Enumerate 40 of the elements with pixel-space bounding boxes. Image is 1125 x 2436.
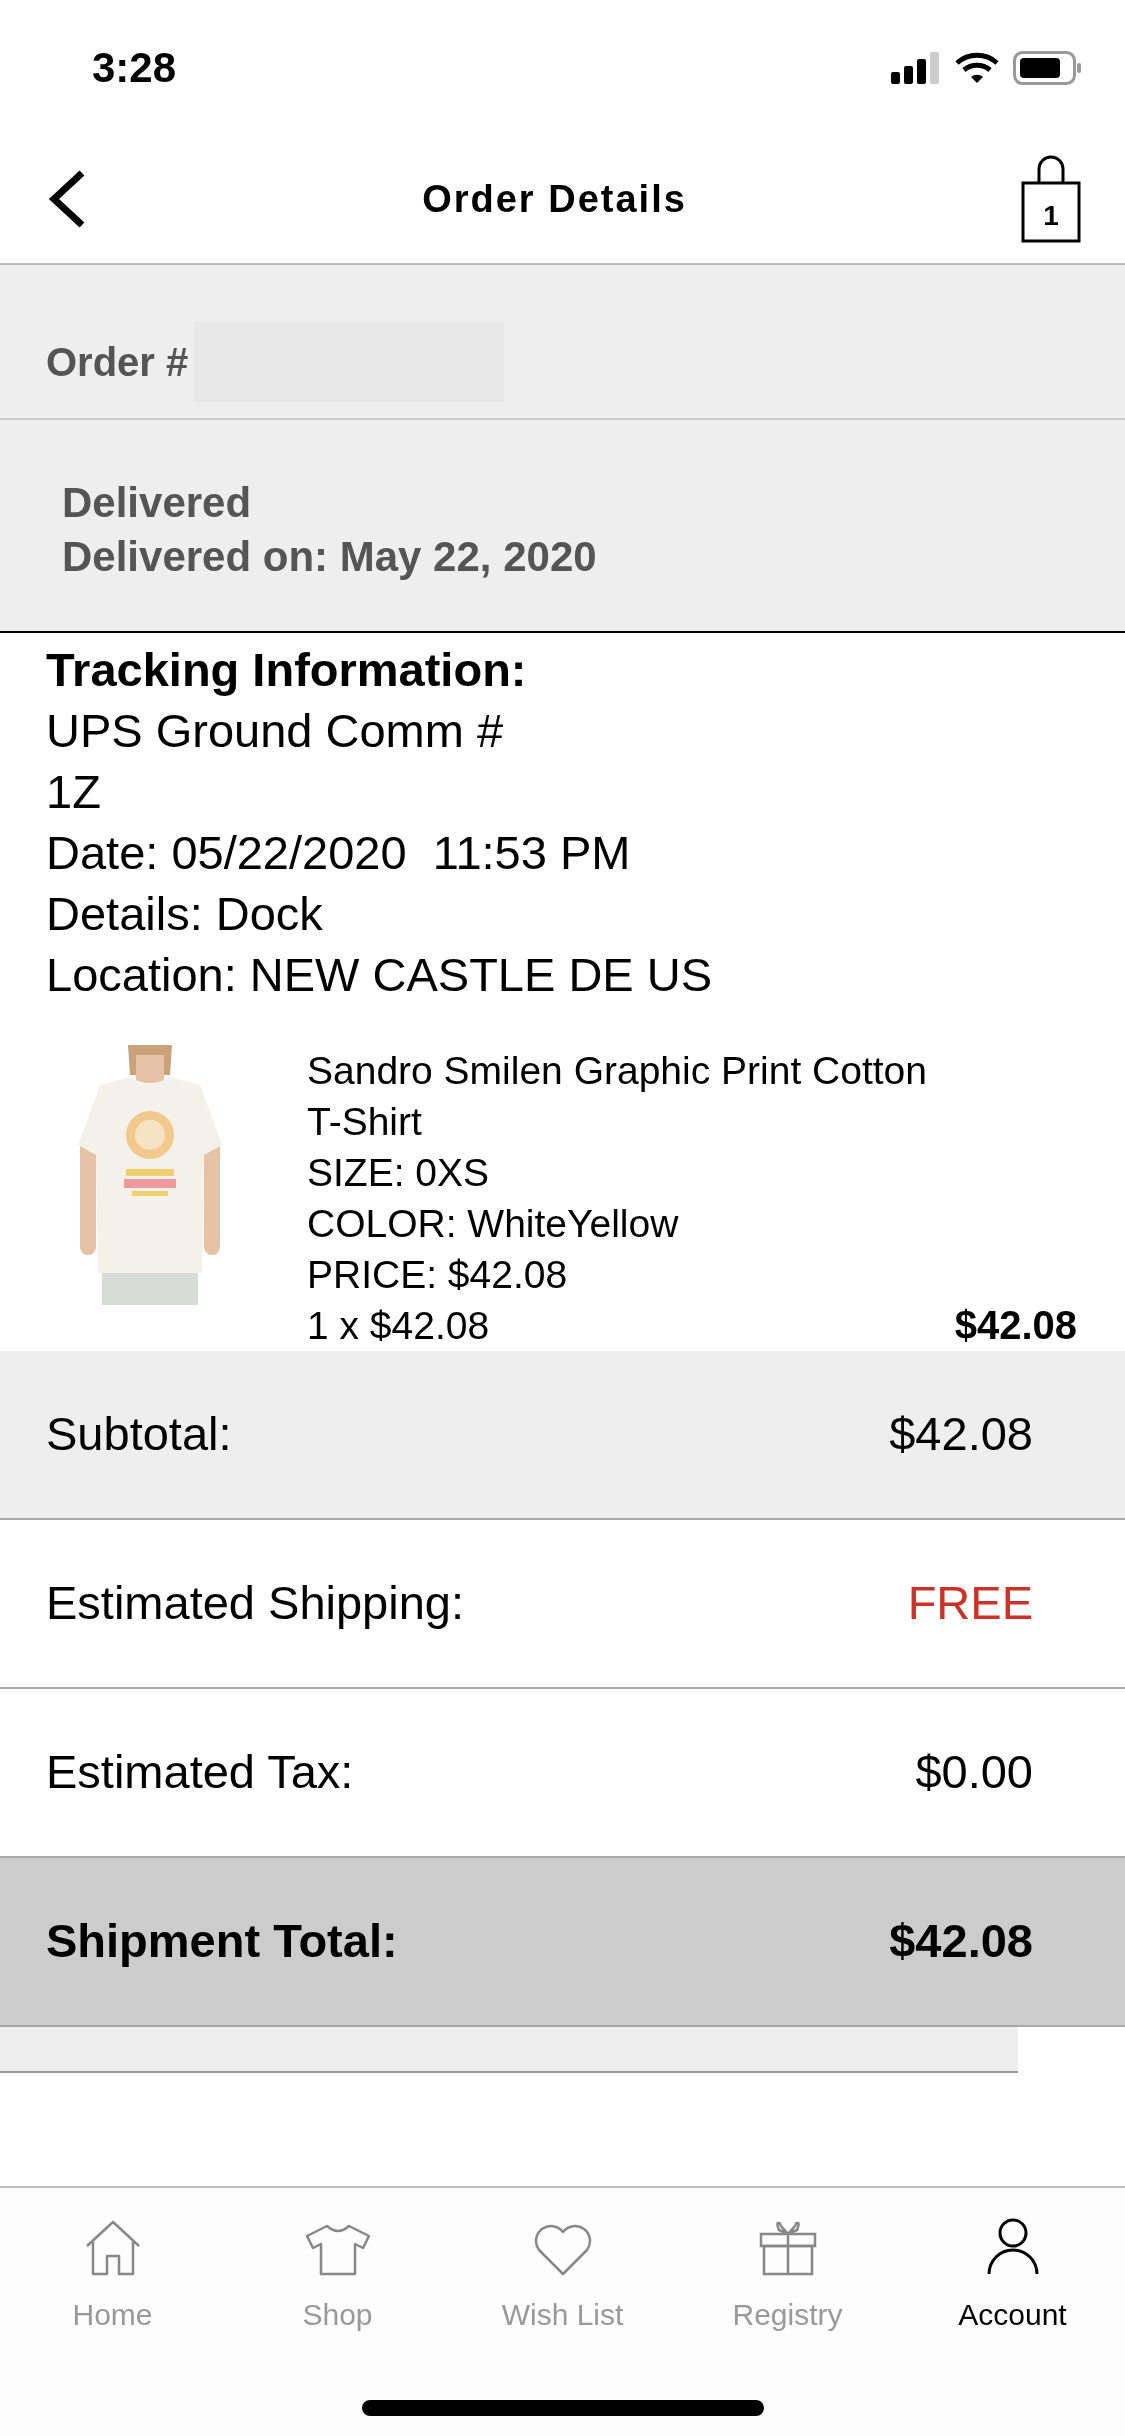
tracking-line: 1Z [46, 764, 102, 820]
summary-label: Estimated Shipping: [46, 1575, 465, 1632]
summary-value: $42.08 [889, 1913, 1033, 1970]
shopping-bag-button[interactable]: 1 [1021, 155, 1081, 243]
line-total: $42.08 [954, 1302, 1077, 1349]
tab-item[interactable]: Account [900, 2216, 1125, 2436]
tracking-line: Location: NEW CASTLE DE US [46, 947, 714, 1003]
status-time: 3:28 [92, 43, 177, 93]
person-icon [986, 2218, 1039, 2276]
battery-icon [1013, 50, 1083, 85]
tracking-heading: Tracking Information: [46, 642, 528, 698]
tab-item[interactable]: Home [0, 2216, 225, 2436]
summary-label: Estimated Tax: [46, 1744, 354, 1801]
product-detail: SIZE: 0XS [307, 1150, 491, 1196]
summary-value: $42.08 [889, 1406, 1033, 1463]
summary-value: $0.00 [915, 1744, 1033, 1801]
tab-item[interactable]: Registry [675, 2216, 900, 2436]
quantity-price: 1 x $42.08 [307, 1303, 490, 1349]
wifi-icon [955, 51, 999, 84]
heart-icon [532, 2224, 593, 2276]
tracking-line: UPS Ground Comm # [46, 703, 505, 759]
tracking-line: Date: 05/22/2020 11:53 PM [46, 825, 632, 881]
order-number-label: Order # [46, 339, 189, 386]
product-detail: PRICE: $42.08 [307, 1252, 569, 1298]
delivery-date: Delivered on: May 22, 2020 [62, 531, 598, 582]
page-title: Order Details [422, 176, 687, 222]
gift-icon [758, 2220, 817, 2276]
delivery-status: Delivered [62, 477, 253, 528]
bag-icon [1021, 155, 1081, 243]
tab-item[interactable]: Wish List [450, 2216, 675, 2436]
bag-count: 1 [1042, 199, 1060, 233]
product-name: Sandro Smilen Graphic Print Cotton T-Shirt [307, 1048, 928, 1145]
signal-icon [891, 51, 941, 84]
summary-value: FREE [907, 1575, 1033, 1632]
shirt-icon [304, 2224, 371, 2276]
tracking-line: Details: Dock [46, 886, 324, 942]
summary-label: Shipment Total: [46, 1913, 398, 1970]
tab-item[interactable]: Shop [225, 2216, 450, 2436]
summary-label: Subtotal: [46, 1406, 232, 1463]
product-detail: COLOR: WhiteYellow [307, 1201, 680, 1247]
